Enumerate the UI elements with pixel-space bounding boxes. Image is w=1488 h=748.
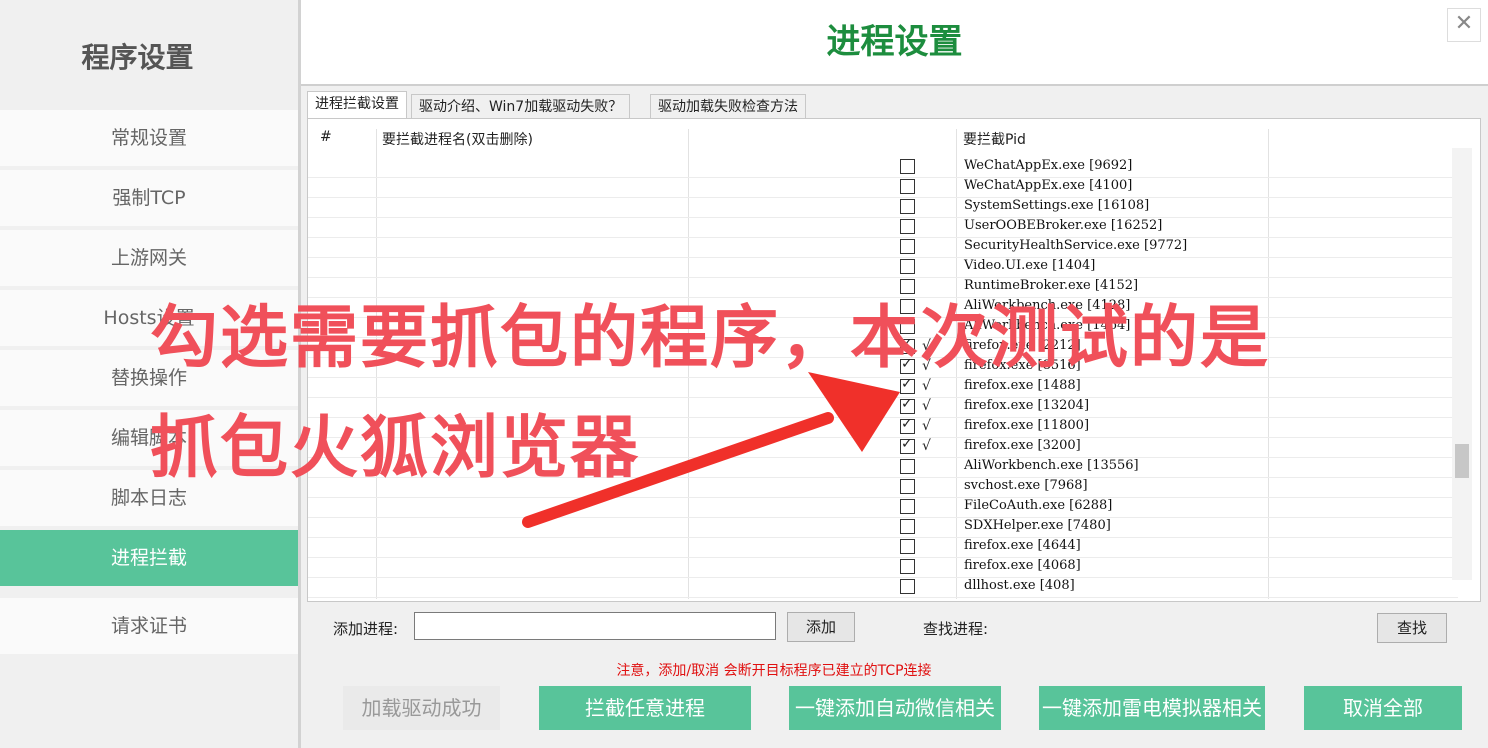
row-checkbox[interactable]	[900, 179, 915, 194]
row-checkbox[interactable]	[900, 199, 915, 214]
row-checkbox[interactable]	[900, 559, 915, 574]
tab-driver-check[interactable]: 驱动加载失败检查方法	[650, 94, 806, 119]
driver-loaded-button[interactable]: 加载驱动成功	[343, 686, 500, 730]
sidebar-item-force-tcp[interactable]: 强制TCP	[0, 170, 298, 226]
row-process-name: WeChatAppEx.exe [9692]	[964, 158, 1133, 173]
row-checkbox[interactable]	[900, 376, 915, 394]
row-process-name: Video.UI.exe [1404]	[964, 258, 1096, 273]
add-button[interactable]: 添加	[787, 612, 855, 642]
annotation-line-2: 抓包火狐浏览器	[150, 409, 641, 488]
table-row[interactable]: SecurityHealthService.exe [9772]	[308, 237, 1458, 258]
row-process-name: firefox.exe [13204]	[964, 398, 1090, 413]
row-process-name: AliWorkbench.exe [13556]	[964, 458, 1139, 473]
row-checkbox[interactable]	[900, 479, 915, 494]
row-selected-mark: √	[922, 398, 931, 414]
table-row[interactable]: FileCoAuth.exe [6288]	[308, 497, 1458, 518]
add-ldplayer-button[interactable]: 一键添加雷电模拟器相关	[1039, 686, 1265, 730]
sidebar-item-process-intercept[interactable]: 进程拦截	[0, 530, 298, 586]
column-header-process-name: 要拦截进程名(双击删除)	[382, 132, 533, 148]
row-process-name: dllhost.exe [408]	[964, 578, 1075, 593]
table-row[interactable]: Video.UI.exe [1404]	[308, 257, 1458, 278]
row-process-name: FileCoAuth.exe [6288]	[964, 498, 1113, 513]
row-checkbox[interactable]	[900, 219, 915, 234]
column-header-pid: 要拦截Pid	[963, 132, 1026, 148]
row-process-name: firefox.exe [4644]	[964, 538, 1081, 553]
add-process-input[interactable]	[414, 612, 776, 640]
scrollbar-thumb[interactable]	[1455, 444, 1469, 478]
sidebar-item-general[interactable]: 常规设置	[0, 110, 298, 166]
row-process-name: UserOOBEBroker.exe [16252]	[964, 218, 1163, 233]
row-selected-mark: √	[922, 418, 931, 434]
table-row[interactable]: SDXHelper.exe [7480]	[308, 517, 1458, 538]
row-process-name: firefox.exe [4068]	[964, 558, 1081, 573]
row-checkbox[interactable]	[900, 499, 915, 514]
table-row[interactable]: UserOOBEBroker.exe [16252]	[308, 217, 1458, 238]
add-process-label: 添加进程:	[333, 620, 399, 638]
row-process-name: SystemSettings.exe [16108]	[964, 198, 1150, 213]
row-checkbox[interactable]	[900, 239, 915, 254]
row-checkbox[interactable]	[900, 416, 915, 434]
table-row[interactable]: firefox.exe [4068]	[308, 557, 1458, 578]
table-row[interactable]: firefox.exe [4644]	[308, 537, 1458, 558]
row-process-name: WeChatAppEx.exe [4100]	[964, 178, 1133, 193]
row-checkbox[interactable]	[900, 396, 915, 414]
find-button[interactable]: 查找	[1377, 613, 1447, 643]
row-selected-mark: √	[922, 438, 931, 454]
table-row[interactable]: SystemSettings.exe [16108]	[308, 197, 1458, 218]
row-checkbox[interactable]	[900, 519, 915, 534]
tab-process-intercept[interactable]: 进程拦截设置	[307, 91, 407, 119]
row-process-name: svchost.exe [7968]	[964, 478, 1088, 493]
sidebar-title: 程序设置	[81, 41, 194, 74]
row-checkbox[interactable]	[900, 259, 915, 274]
annotation-line-1: 勾选需要抓包的程序，本次测试的是	[150, 299, 1271, 378]
row-process-name: firefox.exe [11800]	[964, 418, 1090, 433]
tcp-notice: 注意，添加/取消 会断开目标程序已建立的TCP连接	[616, 663, 932, 679]
cancel-all-button[interactable]: 取消全部	[1304, 686, 1462, 730]
vertical-scrollbar[interactable]	[1452, 148, 1472, 580]
row-process-name: SDXHelper.exe [7480]	[964, 518, 1111, 533]
row-checkbox[interactable]	[900, 579, 915, 594]
page-title: 进程设置	[301, 0, 1488, 86]
row-checkbox[interactable]	[900, 436, 915, 454]
row-checkbox[interactable]	[900, 459, 915, 474]
row-process-name: firefox.exe [3200]	[964, 438, 1081, 453]
row-process-name: SecurityHealthService.exe [9772]	[964, 238, 1188, 253]
sidebar-item-request-cert[interactable]: 请求证书	[0, 598, 298, 654]
sidebar-item-upstream-gateway[interactable]: 上游网关	[0, 230, 298, 286]
table-row[interactable]: WeChatAppEx.exe [4100]	[308, 177, 1458, 198]
column-header-index: #	[320, 129, 332, 145]
find-process-label: 查找进程:	[923, 620, 989, 638]
close-icon[interactable]: ✕	[1447, 8, 1481, 42]
tab-driver-intro[interactable]: 驱动介绍、Win7加载驱动失败？	[411, 94, 631, 119]
intercept-any-process-button[interactable]: 拦截任意进程	[539, 686, 751, 730]
add-wechat-button[interactable]: 一键添加自动微信相关	[789, 686, 1001, 730]
table-row[interactable]: WeChatAppEx.exe [9692]	[308, 157, 1458, 178]
table-row[interactable]: dllhost.exe [408]	[308, 577, 1458, 598]
row-checkbox[interactable]	[900, 539, 915, 554]
row-checkbox[interactable]	[900, 159, 915, 174]
